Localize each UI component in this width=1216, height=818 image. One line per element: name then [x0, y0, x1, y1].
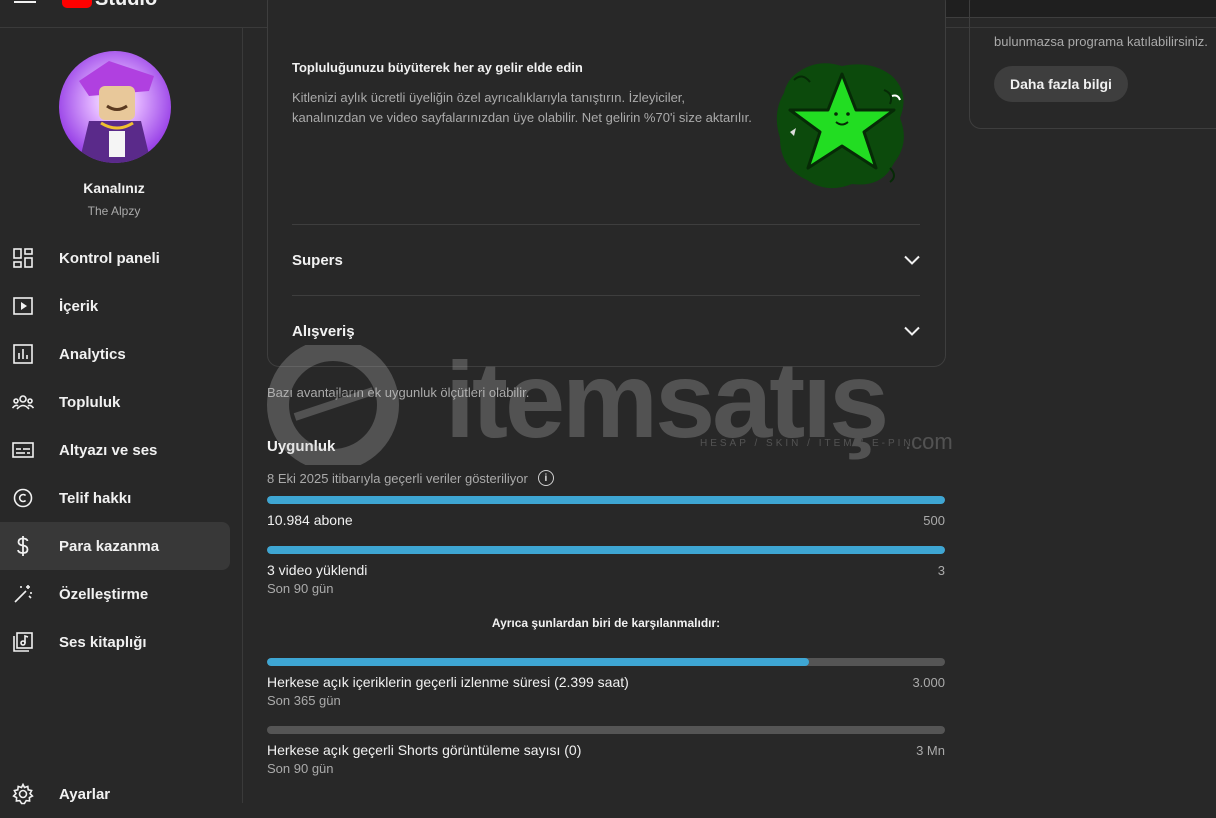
eligibility-date-text: 8 Eki 2025 itibarıyla geçerli veriler gö…: [267, 470, 528, 486]
shorts-views-target: 3 Mn: [916, 743, 945, 758]
analytics-icon: [12, 343, 34, 365]
supers-accordion[interactable]: Supers: [292, 245, 920, 275]
sidebar-item-monetization[interactable]: Para kazanma: [0, 522, 230, 570]
accordion-label: Alışveriş: [292, 322, 355, 340]
sidebar-item-label: Özelleştirme: [59, 585, 149, 603]
sidebar-item-analytics[interactable]: Analytics: [0, 330, 230, 378]
shorts-views-period: Son 90 gün: [267, 761, 334, 776]
sidebar-item-customization[interactable]: Özelleştirme: [0, 570, 230, 618]
videos-progress-bar: [267, 546, 945, 554]
eligibility-title: Uygunluk: [267, 438, 336, 455]
sidebar-item-label: Ayarlar: [59, 785, 111, 803]
sidebar-item-label: İçerik: [59, 297, 99, 315]
sidebar-item-label: Topluluk: [59, 393, 121, 411]
copyright-icon: [12, 487, 34, 509]
eligibility-date: 8 Eki 2025 itibarıyla geçerli veriler gö…: [267, 470, 554, 486]
content-icon: [12, 295, 34, 317]
logo-text: Studio: [95, 0, 157, 9]
watch-time-label: Herkese açık içeriklerin geçerli izlenme…: [267, 674, 629, 690]
channel-title: Kanalınız: [83, 180, 145, 196]
hamburger-menu-icon[interactable]: [14, 0, 36, 6]
watermark-suffix: .com: [905, 429, 953, 454]
community-icon: [12, 391, 34, 413]
eligibility-note: Bazı avantajların ek uygunluk ölçütleri …: [267, 385, 530, 400]
sidebar-item-content[interactable]: İçerik: [0, 282, 230, 330]
learn-more-button[interactable]: Daha fazla bilgi: [994, 66, 1128, 102]
chevron-down-icon: [904, 326, 920, 336]
sidebar-item-label: Analytics: [59, 345, 126, 363]
sidebar-item-settings[interactable]: Ayarlar: [0, 770, 230, 818]
sidebar-item-subtitles[interactable]: Altyazı ve ses: [0, 426, 230, 474]
sidebar-item-label: Ses kitaplığı: [59, 633, 147, 651]
info-icon[interactable]: i: [537, 470, 554, 486]
shorts-views-label: Herkese açık geçerli Shorts görüntüleme …: [267, 742, 582, 758]
chevron-down-icon: [904, 255, 920, 265]
watch-time-target: 3.000: [912, 675, 945, 690]
audio-library-icon: [12, 631, 34, 653]
magic-wand-icon: [12, 583, 34, 605]
watch-time-period: Son 365 gün: [267, 693, 341, 708]
sidebar-item-audio-library[interactable]: Ses kitaplığı: [0, 618, 230, 666]
sidebar-item-dashboard[interactable]: Kontrol paneli: [0, 234, 230, 282]
sidebar-item-label: Telif hakkı: [59, 489, 132, 507]
shorts-views-progress-bar: [267, 726, 945, 734]
info-card-text: bulunmazsa programa katılabilirsiniz.: [994, 34, 1208, 49]
channel-name: The Alpzy: [87, 204, 141, 218]
youtube-logo-icon: [62, 0, 92, 8]
info-card: [969, 0, 1216, 129]
dashboard-icon: [12, 247, 34, 269]
sidebar-item-copyright[interactable]: Telif hakkı: [0, 474, 230, 522]
gear-icon: [12, 783, 34, 805]
membership-description: Kitlenizi aylık ücretli üyeliğin özel ay…: [292, 90, 752, 125]
sidebar-item-label: Altyazı ve ses: [59, 441, 158, 459]
watch-time-progress-bar: [267, 658, 945, 666]
sidebar-item-community[interactable]: Topluluk: [0, 378, 230, 426]
videos-period: Son 90 gün: [267, 581, 334, 596]
channel-avatar[interactable]: [59, 51, 171, 163]
accordion-label: Supers: [292, 251, 343, 269]
sidebar-item-label: Kontrol paneli: [59, 249, 160, 267]
sidebar: Kanalınız The Alpzy Kontrol paneli İçeri…: [0, 28, 243, 805]
divider: [292, 224, 920, 225]
videos-label: 3 video yüklendi: [267, 562, 368, 578]
divider: [292, 295, 920, 296]
studio-logo[interactable]: Studio: [62, 0, 157, 9]
sidebar-item-label: Para kazanma: [59, 537, 160, 555]
shopping-accordion[interactable]: Alışveriş: [292, 316, 920, 346]
subscribers-progress-bar: [267, 496, 945, 504]
membership-heading: Topluluğunuzu büyüterek her ay gelir eld…: [292, 60, 583, 75]
subscribers-target: 500: [923, 513, 945, 528]
watermark-tagline: HESAP / SKIN / ITEM / E-PIN: [700, 438, 914, 449]
videos-target: 3: [937, 563, 945, 578]
subtitles-icon: [12, 439, 34, 461]
also-required-text: Ayrıca şunlardan biri de karşılanmalıdır…: [491, 616, 721, 630]
dollar-icon: [12, 535, 34, 557]
subscribers-label: 10.984 abone: [267, 512, 353, 528]
star-illustration: [772, 58, 912, 199]
